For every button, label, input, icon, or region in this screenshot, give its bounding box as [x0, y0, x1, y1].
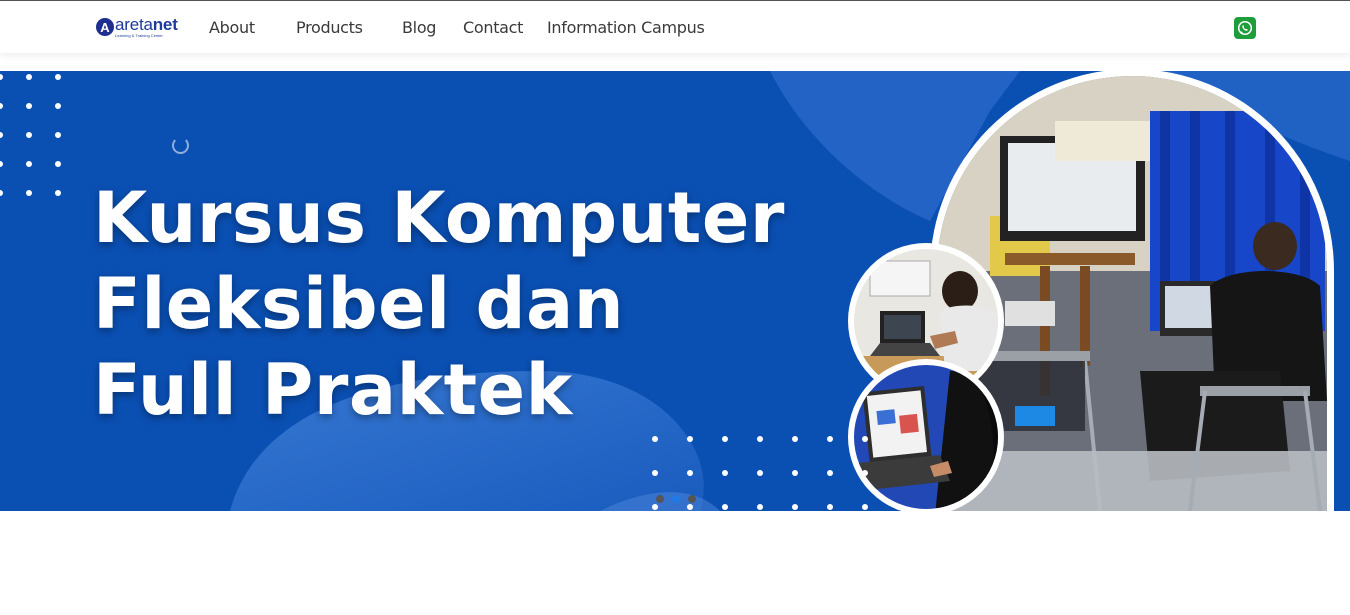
logo-link[interactable]: A aretanet Learning & Training Center	[96, 16, 178, 38]
logo-word-part1: areta	[115, 15, 153, 34]
hero-title-line-3: Full Praktek	[93, 349, 573, 431]
hero-title-line-1: Kursus Komputer	[93, 177, 785, 259]
carousel-indicator-2[interactable]	[672, 495, 680, 503]
logo-badge: A	[96, 18, 114, 36]
hero-banner: Kursus Komputer Fleksibel dan Full Prakt…	[0, 71, 1350, 511]
nav-contact[interactable]: Contact	[463, 18, 523, 37]
dots-pattern-top-left	[0, 74, 61, 196]
nav-about[interactable]: About	[209, 18, 255, 37]
logo-word: aretanet	[115, 16, 178, 33]
navbar: A aretanet Learning & Training Center Ab…	[0, 1, 1350, 53]
whatsapp-button[interactable]	[1234, 17, 1256, 39]
logo-word-part2: net	[152, 15, 178, 34]
logo-text: aretanet Learning & Training Center	[115, 16, 178, 38]
logo-tagline: Learning & Training Center	[115, 33, 163, 38]
whatsapp-icon	[1237, 20, 1253, 36]
loading-spinner-icon	[172, 137, 189, 154]
nav-products[interactable]: Products	[296, 18, 363, 37]
carousel-indicator-1[interactable]	[656, 495, 664, 503]
carousel-indicator-3[interactable]	[688, 495, 696, 503]
nav-blog[interactable]: Blog	[402, 18, 436, 37]
hero-title-line-2: Fleksibel dan	[93, 263, 625, 345]
carousel-indicators	[656, 495, 696, 503]
nav-information-campus[interactable]: Information Campus	[547, 18, 705, 37]
hero-title: Kursus Komputer Fleksibel dan Full Prakt…	[93, 175, 785, 433]
